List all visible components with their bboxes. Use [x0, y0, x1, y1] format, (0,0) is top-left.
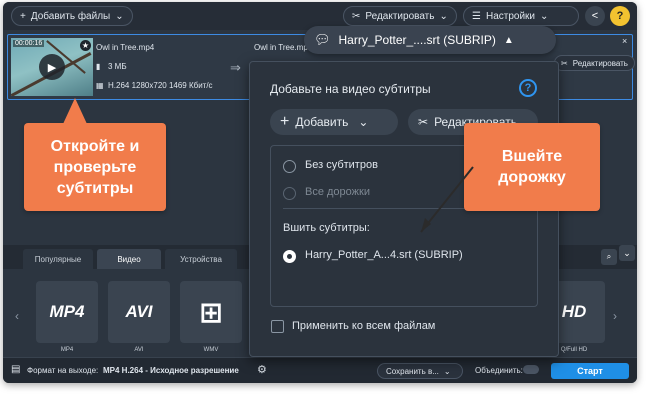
add-subtitle-button[interactable]: + Добавить ⌄ — [270, 109, 398, 135]
file-codec: H.264 1280x720 1469 Кбит/с — [108, 81, 213, 90]
callout-left-pointer — [63, 98, 87, 124]
tools-icon: ✂ — [561, 58, 568, 68]
share-button[interactable]: < — [585, 6, 605, 26]
duration-badge: 00:00:16 — [13, 40, 45, 47]
tab-popular[interactable]: Популярные — [23, 249, 93, 269]
subtitle-track-label: Harry_Potter_....srt (SUBRIP) — [338, 33, 496, 47]
preset-wmv[interactable]: ⊞ — [180, 281, 242, 343]
preset-label: WMV — [203, 347, 219, 353]
speech-bubble-icon: 💬︎ — [314, 32, 331, 47]
plus-icon: + — [280, 113, 290, 130]
chevron-left-icon[interactable]: ‹ — [15, 309, 19, 323]
option-burn-track: Harry_Potter_A...4.srt (SUBRIP) — [305, 249, 463, 261]
apply-all-checkbox[interactable] — [271, 320, 284, 333]
tools-icon: ✂ — [418, 115, 429, 129]
plus-icon: + — [20, 10, 26, 22]
radio-no-subtitles[interactable] — [283, 160, 296, 173]
apply-all-label: Применить ко всем файлам — [292, 320, 436, 332]
output-file-name: Owl in Tree.mp — [254, 43, 308, 52]
tab-video[interactable]: Видео — [97, 249, 161, 269]
callout-right-pointer — [420, 166, 474, 233]
preset-label: MP4 — [60, 347, 74, 353]
add-files-button[interactable]: + Добавить файлы ⌄ — [11, 6, 133, 26]
close-icon[interactable]: × — [622, 36, 627, 46]
file-name: Owl in Tree.mp4 — [96, 43, 155, 52]
format-label: Формат на выходе: — [27, 366, 99, 375]
settings-button[interactable]: ☰ Настройки ⌄ — [463, 6, 579, 26]
preset-mp4[interactable]: MP4 — [36, 281, 98, 343]
help-icon: ? — [616, 10, 624, 22]
radio-burn-track[interactable] — [283, 250, 296, 263]
help-button[interactable]: ? — [610, 6, 630, 26]
app-window: + Добавить файлы ⌄ ✂ Редактировать ⌄ ☰ Н… — [3, 2, 637, 383]
subtitle-track-selector[interactable]: 💬︎ Harry_Potter_....srt (SUBRIP) ▲ — [304, 26, 556, 54]
file-edit-label: Редактировать — [572, 58, 628, 68]
merge-label: Объединить: — [475, 366, 523, 375]
add-subtitle-label: Добавить — [295, 115, 349, 129]
edit-button[interactable]: ✂ Редактировать ⌄ — [343, 6, 457, 26]
list-icon: ☰ — [472, 10, 481, 22]
radio-all-tracks[interactable] — [283, 187, 296, 200]
save-to-button[interactable]: Сохранить в... ⌄ — [377, 363, 463, 379]
callout-open-check: Откройте и проверьте субтитры — [24, 123, 166, 211]
edit-label: Редактировать — [365, 10, 435, 22]
convert-arrow-icon: ⇒ — [230, 60, 241, 75]
popup-title: Добавьте на видео субтитры — [270, 82, 431, 96]
chevron-down-icon: ⌄ — [115, 10, 124, 22]
preset-label: AVI — [134, 347, 144, 353]
save-to-label: Сохранить в... — [386, 366, 439, 376]
option-all-tracks: Все дорожки — [305, 186, 370, 198]
start-button[interactable]: Старт — [551, 363, 629, 379]
chevron-right-icon[interactable]: › — [613, 309, 617, 323]
add-files-label: Добавить файлы — [30, 10, 111, 22]
settings-label: Настройки — [485, 10, 536, 22]
chevron-down-icon: ⌄ — [540, 10, 549, 22]
star-icon[interactable]: ★ — [80, 40, 91, 51]
format-info-icon: ▤ — [11, 364, 21, 375]
file-edit-button[interactable]: ✂ Редактировать — [554, 55, 635, 71]
film-icon: ▦ — [96, 81, 104, 90]
file-size: 3 МБ — [108, 62, 127, 71]
tools-icon: ✂ — [352, 10, 361, 22]
gear-icon[interactable]: ⚙ — [257, 363, 267, 376]
format-value: MP4 H.264 - Исходное разрешение — [103, 366, 239, 375]
chevron-down-icon: ⌄ — [443, 366, 451, 376]
tab-devices[interactable]: Устройства — [165, 249, 237, 269]
share-icon: < — [591, 10, 599, 22]
play-icon[interactable]: ▶ — [39, 54, 65, 80]
callout-burn-track: Вшейте дорожку — [464, 123, 600, 211]
preset-search-icon[interactable]: ⌕ — [601, 249, 617, 265]
burn-subtitles-label: Вшить субтитры: — [283, 222, 370, 234]
preset-avi[interactable]: AVI — [108, 281, 170, 343]
merge-toggle[interactable] — [523, 365, 539, 374]
video-thumbnail[interactable]: 00:00:16 ★ ▶ — [11, 38, 93, 96]
chevron-down-icon: ⌄ — [439, 10, 448, 22]
option-no-subtitles: Без субтитров — [305, 159, 378, 171]
help-circle-icon[interactable]: ? — [519, 79, 537, 97]
file-icon: ▮ — [96, 62, 101, 71]
chevron-up-icon: ▲ — [503, 34, 514, 46]
collapse-chevron-icon[interactable]: ⌄ — [619, 245, 635, 261]
windows-logo-icon: ⊞ — [199, 296, 223, 328]
chevron-down-icon: ⌄ — [358, 115, 369, 129]
status-bar: ▤ Формат на выходе: MP4 H.264 - Исходное… — [3, 357, 637, 383]
